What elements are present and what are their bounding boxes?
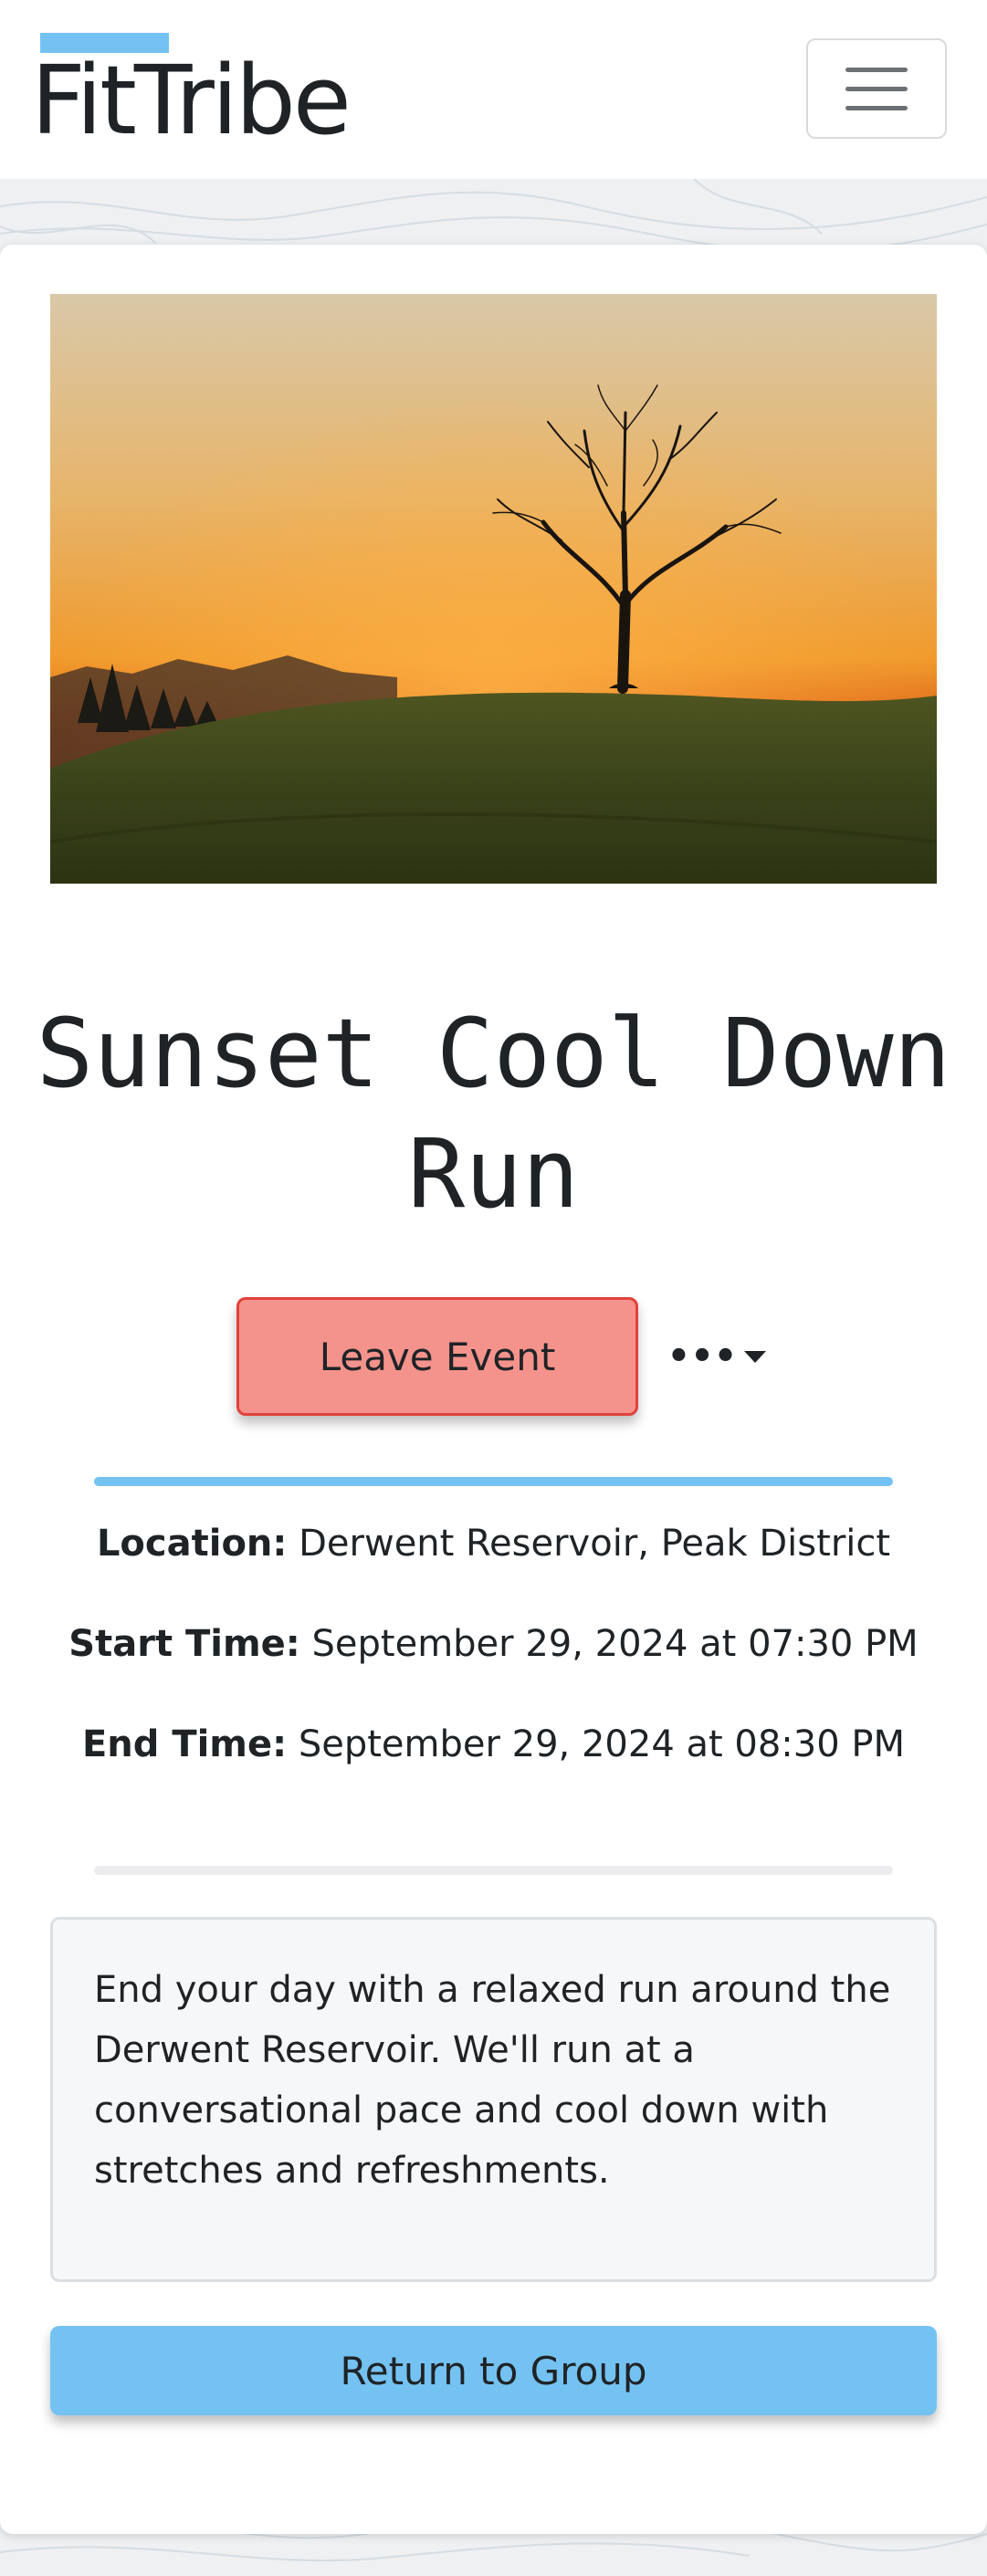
start-time-value: September 29, 2024 at 07:30 PM (311, 1623, 919, 1665)
location-label: Location: (96, 1523, 288, 1565)
menu-toggle-button[interactable] (806, 38, 947, 139)
start-time-label: Start Time: (68, 1623, 300, 1665)
return-to-group-button[interactable]: Return to Group (50, 2326, 937, 2415)
location-value: Derwent Reservoir, Peak District (299, 1523, 891, 1565)
event-end-time: End Time: September 29, 2024 at 08:30 PM (0, 1723, 987, 1765)
caret-down-icon (744, 1350, 767, 1363)
navbar: FitTribe (0, 0, 987, 179)
hamburger-menu-icon (845, 67, 908, 72)
event-card: Sunset Cool Down Run Leave Event ••• Loc… (0, 245, 987, 2534)
leave-event-button[interactable]: Leave Event (236, 1297, 638, 1416)
event-image (50, 294, 937, 884)
section-divider (94, 1866, 893, 1875)
more-options-dropdown[interactable]: ••• (667, 1331, 767, 1382)
event-location: Location: Derwent Reservoir, Peak Distri… (0, 1523, 987, 1565)
accent-divider (94, 1477, 893, 1486)
event-description: End your day with a relaxed run around t… (50, 1917, 937, 2282)
brand-logo[interactable]: FitTribe (31, 53, 352, 148)
ellipsis-icon: ••• (667, 1335, 738, 1377)
sunset-landscape-image (50, 294, 937, 884)
event-title: Sunset Cool Down Run (36, 998, 951, 1230)
end-time-value: September 29, 2024 at 08:30 PM (298, 1723, 906, 1765)
end-time-label: End Time: (81, 1723, 288, 1765)
event-start-time: Start Time: September 29, 2024 at 07:30 … (0, 1623, 987, 1665)
